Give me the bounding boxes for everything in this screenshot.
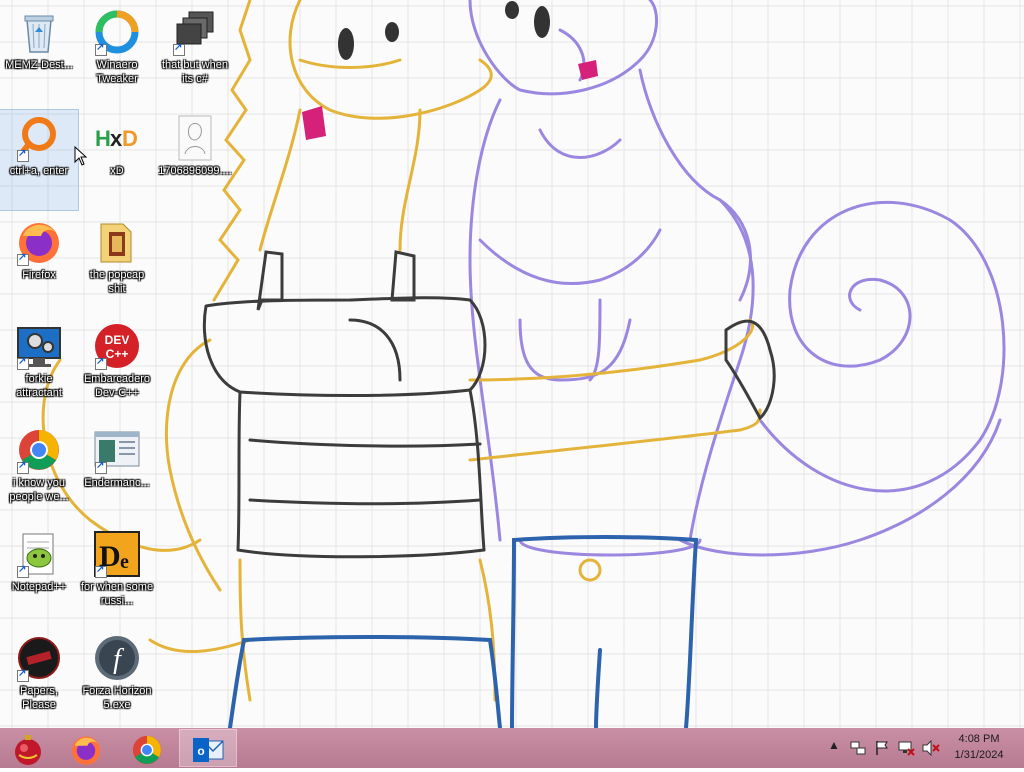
desktop-icon-forza-horizon[interactable]: f Forza Horizon 5.exe [78,630,156,728]
svg-text:e: e [120,551,129,573]
network-icon[interactable] [898,740,916,759]
action-center-flag-icon[interactable] [874,740,890,759]
taskbar-firefox[interactable] [58,730,114,766]
taskbar-outlook[interactable]: o [179,729,237,767]
icon-label: Endermanc... [84,477,150,489]
icon-label: Embarcadero Dev-C++ [83,373,151,399]
desktop-icon-dev-cpp[interactable]: DEVC++ Embarcadero Dev-C++ [78,318,156,418]
desktop-icon-memz[interactable]: MEMZ-Dest... [0,4,78,104]
desktop-icon-chrome[interactable]: i know you people we... [0,422,78,522]
start-button[interactable] [0,730,56,766]
system-clock[interactable]: 4:08 PM 1/31/2024 [944,731,1014,763]
hxd-icon: HxD [93,114,141,162]
svg-text:DEV: DEV [105,333,130,347]
chrome-icon [132,735,162,765]
shortcut-arrow-icon [17,668,29,682]
magnifier-icon [15,114,63,162]
icon-label: MEMZ-Dest... [5,59,73,71]
shortcut-arrow-icon [173,42,185,56]
stacked-windows-icon [171,8,219,56]
desktop-icon-notepad-plus-plus[interactable]: Notepad++ [0,526,78,626]
desktop-icon-that-but-when-csharp[interactable]: that but when its c# [156,4,234,104]
taskbar: o ▲ 4:08 PM 1/31/2024 [0,728,1024,768]
desktop-icon-ctrl-a-enter[interactable]: ctrl+a, enter [0,109,79,211]
network-devices-icon[interactable] [850,740,866,759]
settings-monitor-icon [15,322,63,370]
chrome-icon [15,426,63,474]
shortcut-arrow-icon [17,460,29,474]
shortcut-arrow-icon [95,356,107,370]
icon-label: Papers, Please [20,685,58,711]
de-app-icon: De [93,530,141,578]
flash-icon: f [93,634,141,682]
desktop-icon-russian[interactable]: De for when some russi... [78,526,156,626]
desktop-icon-forkie[interactable]: forkie attractant [0,318,78,418]
desktop-icon-firefox[interactable]: Firefox [0,214,78,314]
icon-label: xD [110,165,124,177]
svg-text:o: o [197,744,204,758]
icon-label: that but when its c# [161,59,229,85]
svg-text:H: H [95,126,111,151]
desktop-icon-papers-please[interactable]: Papers, Please [0,630,78,728]
shortcut-arrow-icon [17,356,29,370]
taskbar-chrome[interactable] [119,730,175,766]
desktop-icon-xd[interactable]: HxD xD [78,110,156,210]
dev-cpp-icon: DEV C++ [93,322,141,370]
firefox-icon [15,218,63,266]
recycle-bin-icon [15,8,63,56]
desktop[interactable]: MEMZ-Dest... ctrl+a, enter Firefox forki… [0,0,1024,728]
clock-date: 1/31/2024 [954,749,1004,761]
clock-time: 4:08 PM [958,733,1000,745]
shortcut-arrow-icon [17,148,29,162]
icon-label: Forza Horizon 5.exe [82,685,152,711]
icon-label: Notepad++ [11,581,67,593]
desktop-icon-endermanch[interactable]: Endermanc... [78,422,156,522]
icon-label: forkie attractant [16,373,62,399]
icon-label: ctrl+a, enter [9,165,69,177]
show-hidden-icons-chevron-icon[interactable]: ▲ [828,738,840,752]
shortcut-arrow-icon [17,252,29,266]
outlook-icon: o [193,738,224,762]
window-screenshot-icon [93,426,141,474]
folder-icon [93,218,141,266]
desktop-icon-image-file[interactable]: 1706896099.... [156,110,234,210]
ornament-start-icon [15,735,41,765]
svg-text:D: D [122,126,138,151]
papers-please-icon [15,634,63,682]
shortcut-arrow-icon [95,460,107,474]
desktop-icon-winaero-tweaker[interactable]: Winaero Tweaker [78,4,156,104]
shortcut-arrow-icon [95,564,107,578]
desktop-icon-popcap[interactable]: the popcap shit [78,214,156,314]
volume-muted-icon[interactable] [922,739,940,759]
notepad-plus-plus-icon [15,530,63,578]
icon-label: 1706896099.... [158,165,232,177]
svg-text:C++: C++ [106,347,129,361]
icon-label: Firefox [22,269,56,281]
firefox-icon [71,736,101,765]
icon-label: the popcap shit [89,269,145,295]
winaero-tweaker-icon [93,8,141,56]
icon-label: i know you people we... [9,477,69,503]
mouse-cursor-icon [74,145,88,171]
shortcut-arrow-icon [95,42,107,56]
image-thumbnail-icon [171,114,219,162]
icon-label: Winaero Tweaker [96,59,138,85]
icon-label: for when some russi... [80,581,154,607]
shortcut-arrow-icon [17,564,29,578]
